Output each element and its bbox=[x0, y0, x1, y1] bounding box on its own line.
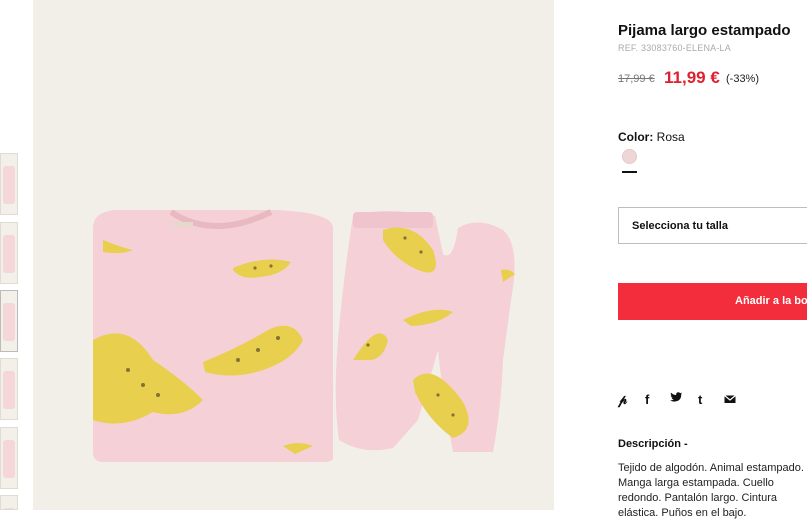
original-price: 17,99 € bbox=[618, 73, 655, 85]
color-selection: Color: Rosa bbox=[618, 130, 685, 144]
thumbnail-1[interactable] bbox=[0, 153, 18, 215]
color-label: Color: bbox=[618, 130, 654, 144]
color-swatch-rosa[interactable] bbox=[622, 149, 637, 164]
product-photo bbox=[33, 0, 554, 510]
tumblr-icon[interactable]: t bbox=[698, 392, 702, 408]
add-to-bag-button[interactable]: Añadir a la bolsa bbox=[618, 283, 807, 320]
discount-percentage: (-33%) bbox=[726, 73, 760, 85]
description-heading[interactable]: Descripción - bbox=[618, 438, 688, 450]
product-reference: REF. 33083760-ELENA-LA bbox=[618, 43, 731, 53]
size-select[interactable]: Selecciona tu talla bbox=[618, 207, 807, 244]
product-title: Pijama largo estampado bbox=[618, 22, 791, 39]
product-info-panel: Pijama largo estampado REF. 33083760-ELE… bbox=[618, 0, 807, 519]
thumbnail-3[interactable] bbox=[0, 290, 18, 352]
thumbnail-5[interactable] bbox=[0, 427, 18, 489]
description-text: Tejido de algodón. Animal estampado. Man… bbox=[618, 462, 804, 519]
selected-swatch-indicator bbox=[622, 171, 637, 173]
email-icon[interactable] bbox=[724, 392, 736, 408]
facebook-icon[interactable]: f bbox=[645, 392, 649, 408]
pinterest-icon[interactable]: 𝓅 bbox=[618, 392, 627, 408]
color-value: Rosa bbox=[656, 130, 685, 144]
twitter-icon[interactable] bbox=[670, 392, 683, 408]
sale-price: 11,99 € bbox=[664, 68, 720, 87]
thumbnail-4[interactable] bbox=[0, 358, 18, 420]
thumbnail-6[interactable] bbox=[0, 495, 18, 510]
thumbnail-2[interactable] bbox=[0, 222, 18, 284]
thumbnail-strip bbox=[0, 0, 20, 510]
